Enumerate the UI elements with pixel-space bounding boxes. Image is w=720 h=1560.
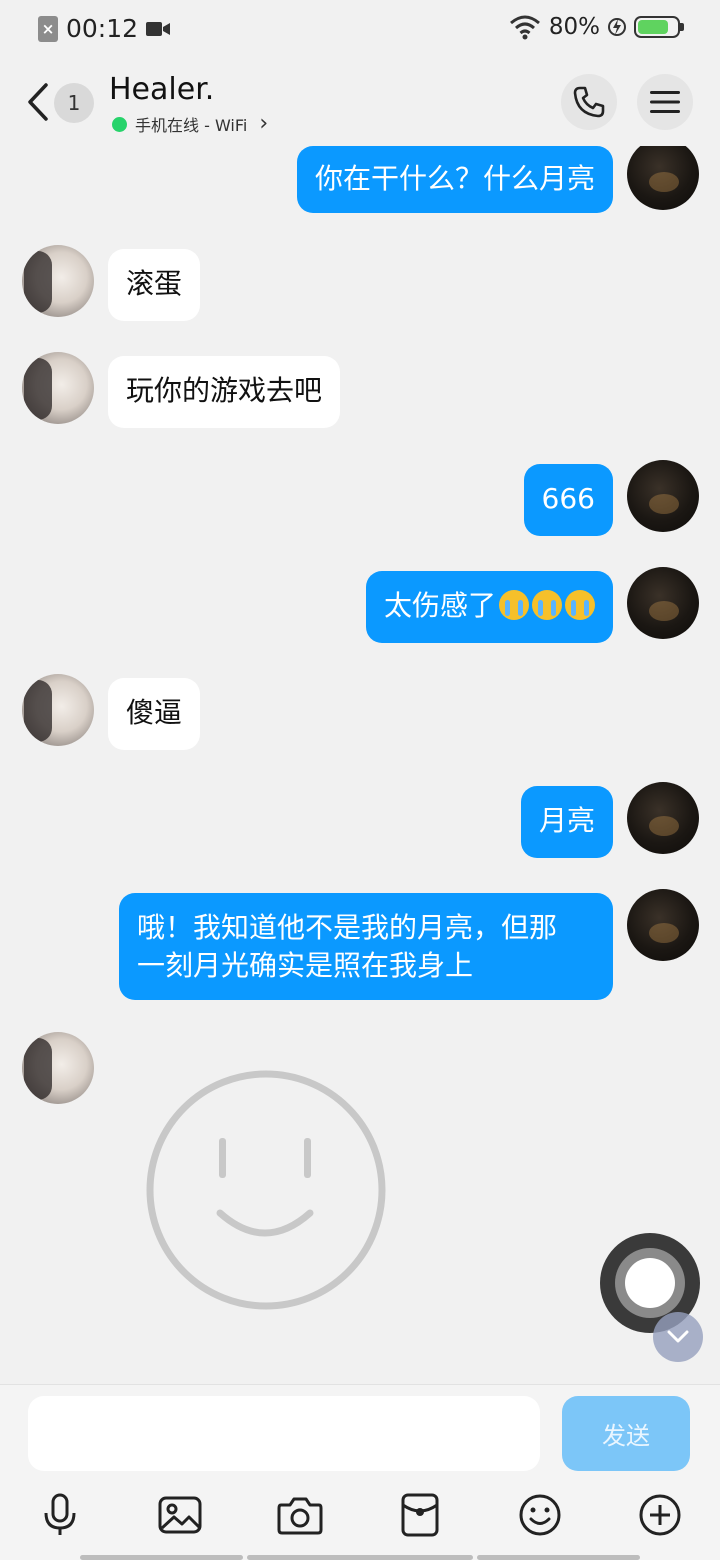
- smiley-face-sticker[interactable]: [144, 1068, 388, 1312]
- contact-avatar[interactable]: [22, 1032, 94, 1104]
- emoji-icon: [519, 1494, 561, 1536]
- message-bubble-received[interactable]: 滚蛋: [108, 249, 201, 321]
- voice-call-button[interactable]: [561, 74, 617, 130]
- contact-status[interactable]: 手机在线 - WiFi ›: [112, 112, 268, 136]
- contact-name[interactable]: Healer.: [109, 72, 214, 107]
- send-button[interactable]: 发送: [562, 1396, 690, 1471]
- message-text-line: 哦！我知道他不是我的月亮，但那: [137, 911, 558, 944]
- chat-header: 1 Healer. 手机在线 - WiFi ›: [0, 60, 720, 146]
- message-text-line: 一刻月光确实是照在我身上: [137, 949, 474, 982]
- message-input[interactable]: [28, 1396, 540, 1471]
- message-bubble-sent[interactable]: 太伤感了: [365, 571, 613, 643]
- phone-icon: [573, 86, 605, 118]
- chevron-left-icon: [28, 83, 48, 121]
- microphone-icon: [44, 1493, 76, 1535]
- loudly-crying-emoji-icon: [499, 590, 529, 620]
- message-list[interactable]: 你在干什么？什么月亮 滚蛋 玩你的游戏去吧 666 太伤感了 傻逼 月亮 哦！我…: [0, 146, 720, 1384]
- charging-icon: [608, 18, 626, 36]
- message-composer: 发送: [0, 1384, 720, 1560]
- chevron-down-icon: [667, 1330, 689, 1343]
- navigation-hint: [80, 1555, 243, 1560]
- online-status-text: 手机在线 - WiFi: [135, 116, 248, 135]
- contact-avatar[interactable]: [22, 352, 94, 424]
- input-toolbar: [0, 1487, 720, 1543]
- message-bubble-received[interactable]: 傻逼: [108, 678, 201, 750]
- unread-count-badge[interactable]: 1: [54, 83, 94, 123]
- online-indicator: [112, 116, 127, 132]
- red-packet-button[interactable]: [392, 1487, 448, 1543]
- camera-button[interactable]: [272, 1487, 328, 1543]
- chat-screen: × 00:12 80% 1 Healer. 手机在线 - WiFi › 你在干什…: [0, 0, 720, 1560]
- voice-input-button[interactable]: [32, 1487, 88, 1543]
- loudly-crying-emoji-icon: [532, 590, 562, 620]
- message-bubble-received[interactable]: 玩你的游戏去吧: [108, 356, 341, 428]
- more-menu-button[interactable]: [637, 74, 693, 130]
- my-avatar[interactable]: [627, 146, 699, 210]
- battery-percentage: 80%: [548, 14, 600, 40]
- battery-icon: [634, 16, 684, 38]
- no-sim-icon: ×: [38, 15, 58, 42]
- message-bubble-sent[interactable]: 666: [523, 464, 613, 536]
- message-bubble-sent[interactable]: 哦！我知道他不是我的月亮，但那 一刻月光确实是照在我身上: [119, 893, 613, 1000]
- wifi-icon: [509, 15, 540, 40]
- my-avatar[interactable]: [627, 460, 699, 532]
- navigation-hint: [477, 1555, 640, 1560]
- scroll-to-bottom-button[interactable]: [653, 1312, 703, 1362]
- video-recording-icon: [146, 21, 171, 36]
- my-avatar[interactable]: [627, 567, 699, 639]
- hamburger-menu-icon: [650, 91, 680, 113]
- more-actions-button[interactable]: [632, 1487, 688, 1543]
- my-avatar[interactable]: [627, 782, 699, 854]
- plus-icon: [639, 1494, 681, 1536]
- camera-icon: [277, 1497, 323, 1535]
- emoji-button[interactable]: [512, 1487, 568, 1543]
- loudly-crying-emoji-icon: [565, 590, 595, 620]
- red-packet-icon: [401, 1493, 439, 1537]
- my-avatar[interactable]: [627, 889, 699, 961]
- message-bubble-sent[interactable]: 你在干什么？什么月亮: [296, 146, 613, 213]
- image-button[interactable]: [152, 1487, 208, 1543]
- message-bubble-sent[interactable]: 月亮: [520, 786, 613, 858]
- image-icon: [158, 1496, 202, 1534]
- contact-avatar[interactable]: [22, 674, 94, 746]
- status-bar: × 00:12 80%: [0, 0, 720, 60]
- contact-avatar[interactable]: [22, 245, 94, 317]
- battery-fill: [638, 20, 669, 34]
- message-text: 太伤感了: [383, 589, 496, 622]
- back-button[interactable]: [18, 78, 58, 126]
- chevron-right-icon: ›: [259, 111, 269, 136]
- navigation-hint: [247, 1555, 473, 1560]
- clock: 00:12: [66, 14, 139, 43]
